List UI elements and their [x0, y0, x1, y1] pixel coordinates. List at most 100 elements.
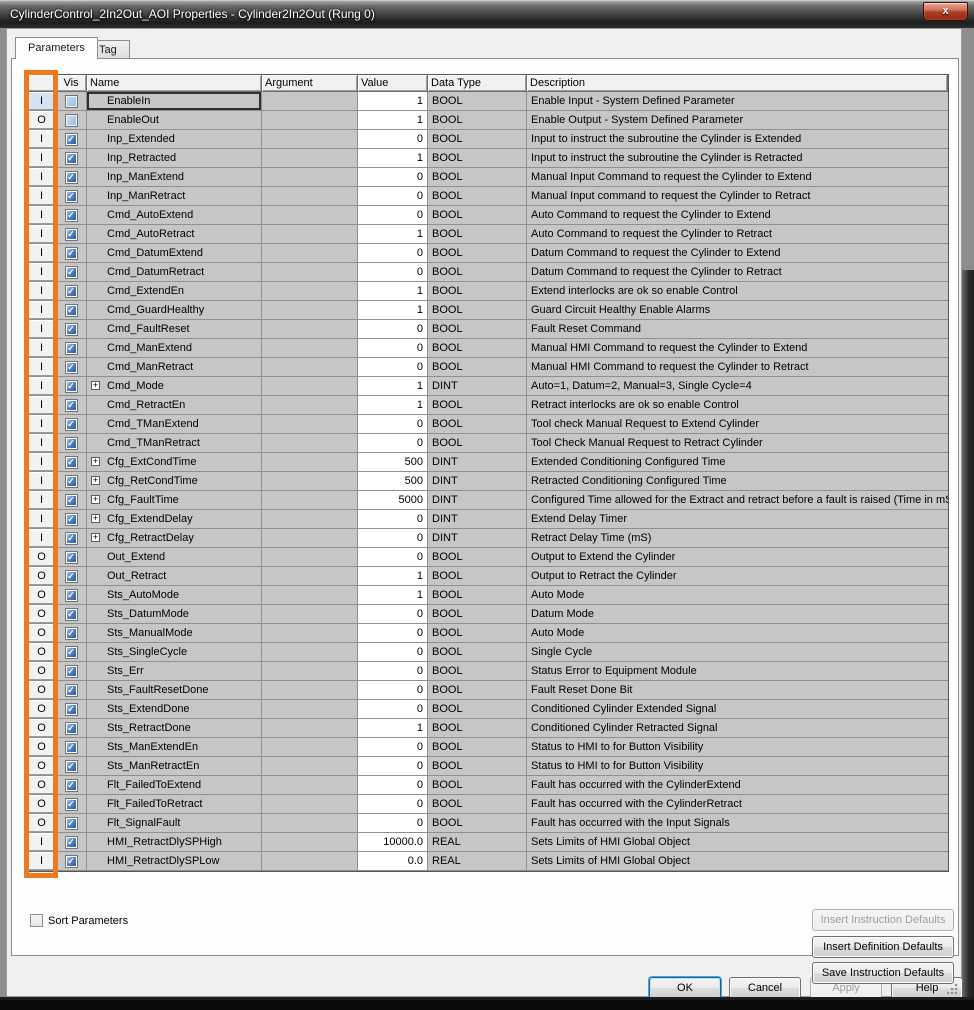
- io-indicator[interactable]: O: [28, 662, 56, 681]
- value-cell[interactable]: 1: [358, 586, 428, 605]
- io-indicator[interactable]: O: [28, 738, 56, 757]
- name-cell[interactable]: Flt_SignalFault: [87, 814, 262, 833]
- value-cell[interactable]: 0: [358, 130, 428, 149]
- description-cell[interactable]: Status to HMI to for Button Visibility: [527, 757, 948, 776]
- vis-checkbox[interactable]: ✓: [65, 361, 78, 374]
- argument-cell[interactable]: [262, 776, 358, 795]
- description-cell[interactable]: Fault Reset Command: [527, 320, 948, 339]
- vis-checkbox[interactable]: ✓: [65, 304, 78, 317]
- vis-checkbox[interactable]: ✓: [65, 494, 78, 507]
- expand-icon[interactable]: +: [91, 381, 100, 390]
- description-cell[interactable]: Manual Input Command to request the Cyli…: [527, 168, 948, 187]
- datatype-cell[interactable]: DINT: [428, 377, 527, 396]
- vis-checkbox[interactable]: ✓: [65, 589, 78, 602]
- value-cell[interactable]: 0: [358, 244, 428, 263]
- vis-checkbox[interactable]: ✓: [65, 817, 78, 830]
- io-indicator[interactable]: O: [28, 605, 56, 624]
- argument-cell[interactable]: [262, 586, 358, 605]
- io-indicator[interactable]: I: [28, 149, 56, 168]
- sort-parameters-checkbox[interactable]: [30, 914, 43, 927]
- description-cell[interactable]: Guard Circuit Healthy Enable Alarms: [527, 301, 948, 320]
- datatype-cell[interactable]: BOOL: [428, 187, 527, 206]
- io-indicator[interactable]: I: [28, 282, 56, 301]
- description-cell[interactable]: Auto Mode: [527, 624, 948, 643]
- name-cell[interactable]: Sts_FaultResetDone: [87, 681, 262, 700]
- argument-cell[interactable]: [262, 643, 358, 662]
- value-cell[interactable]: 0: [358, 757, 428, 776]
- name-cell[interactable]: Cmd_GuardHealthy: [87, 301, 262, 320]
- io-indicator[interactable]: I: [28, 225, 56, 244]
- vis-checkbox[interactable]: [65, 114, 78, 127]
- argument-cell[interactable]: [262, 206, 358, 225]
- io-indicator[interactable]: O: [28, 567, 56, 586]
- datatype-cell[interactable]: BOOL: [428, 225, 527, 244]
- argument-cell[interactable]: [262, 149, 358, 168]
- io-indicator[interactable]: I: [28, 339, 56, 358]
- insert-definition-defaults-button[interactable]: Insert Definition Defaults: [812, 936, 954, 958]
- description-cell[interactable]: Extend interlocks are ok so enable Contr…: [527, 282, 948, 301]
- name-cell[interactable]: Cmd_FaultReset: [87, 320, 262, 339]
- io-indicator[interactable]: O: [28, 643, 56, 662]
- argument-cell[interactable]: [262, 548, 358, 567]
- vis-checkbox[interactable]: ✓: [65, 133, 78, 146]
- datatype-cell[interactable]: BOOL: [428, 282, 527, 301]
- datatype-cell[interactable]: BOOL: [428, 605, 527, 624]
- argument-cell[interactable]: [262, 510, 358, 529]
- vis-checkbox[interactable]: ✓: [65, 171, 78, 184]
- argument-cell[interactable]: [262, 263, 358, 282]
- value-cell[interactable]: 0: [358, 263, 428, 282]
- description-cell[interactable]: Status Error to Equipment Module: [527, 662, 948, 681]
- datatype-cell[interactable]: DINT: [428, 453, 527, 472]
- vis-checkbox[interactable]: ✓: [65, 741, 78, 754]
- vis-checkbox[interactable]: ✓: [65, 437, 78, 450]
- value-cell[interactable]: 0: [358, 339, 428, 358]
- io-indicator[interactable]: I: [28, 358, 56, 377]
- datatype-cell[interactable]: DINT: [428, 491, 527, 510]
- value-cell[interactable]: 1: [358, 567, 428, 586]
- io-indicator[interactable]: O: [28, 111, 56, 130]
- vis-checkbox[interactable]: ✓: [65, 190, 78, 203]
- argument-cell[interactable]: [262, 681, 358, 700]
- value-cell[interactable]: 0: [358, 548, 428, 567]
- name-cell[interactable]: Cmd_ManExtend: [87, 339, 262, 358]
- name-cell[interactable]: +Cfg_FaultTime: [87, 491, 262, 510]
- name-cell[interactable]: Sts_ManualMode: [87, 624, 262, 643]
- value-cell[interactable]: 1: [358, 377, 428, 396]
- name-cell[interactable]: Inp_ManRetract: [87, 187, 262, 206]
- vis-checkbox[interactable]: ✓: [65, 418, 78, 431]
- value-cell[interactable]: 1: [358, 719, 428, 738]
- expand-icon[interactable]: +: [91, 476, 100, 485]
- io-indicator[interactable]: I: [28, 263, 56, 282]
- value-cell[interactable]: 0: [358, 168, 428, 187]
- description-cell[interactable]: Manual HMI Command to request the Cylind…: [527, 339, 948, 358]
- datatype-cell[interactable]: BOOL: [428, 662, 527, 681]
- value-cell[interactable]: 0: [358, 814, 428, 833]
- argument-cell[interactable]: [262, 795, 358, 814]
- value-cell[interactable]: 1: [358, 225, 428, 244]
- vis-checkbox[interactable]: ✓: [65, 836, 78, 849]
- vis-checkbox[interactable]: ✓: [65, 608, 78, 621]
- datatype-cell[interactable]: BOOL: [428, 301, 527, 320]
- value-cell[interactable]: 0: [358, 776, 428, 795]
- description-cell[interactable]: Fault Reset Done Bit: [527, 681, 948, 700]
- name-cell[interactable]: +Cmd_Mode: [87, 377, 262, 396]
- datatype-cell[interactable]: BOOL: [428, 92, 527, 111]
- vis-checkbox[interactable]: ✓: [65, 627, 78, 640]
- argument-cell[interactable]: [262, 472, 358, 491]
- description-cell[interactable]: Configured Time allowed for the Extract …: [527, 491, 948, 510]
- name-cell[interactable]: HMI_RetractDlySPHigh: [87, 833, 262, 852]
- description-cell[interactable]: Enable Input - System Defined Parameter: [527, 92, 948, 111]
- vis-checkbox[interactable]: ✓: [65, 646, 78, 659]
- description-cell[interactable]: Retract interlocks are ok so enable Cont…: [527, 396, 948, 415]
- vis-checkbox[interactable]: ✓: [65, 323, 78, 336]
- name-cell[interactable]: Cmd_ExtendEn: [87, 282, 262, 301]
- vis-checkbox[interactable]: ✓: [65, 285, 78, 298]
- datatype-cell[interactable]: BOOL: [428, 719, 527, 738]
- name-cell[interactable]: Inp_Retracted: [87, 149, 262, 168]
- io-indicator[interactable]: O: [28, 719, 56, 738]
- name-cell[interactable]: EnableOut: [87, 111, 262, 130]
- name-cell[interactable]: Cmd_RetractEn: [87, 396, 262, 415]
- argument-cell[interactable]: [262, 339, 358, 358]
- argument-cell[interactable]: [262, 320, 358, 339]
- value-cell[interactable]: 0: [358, 510, 428, 529]
